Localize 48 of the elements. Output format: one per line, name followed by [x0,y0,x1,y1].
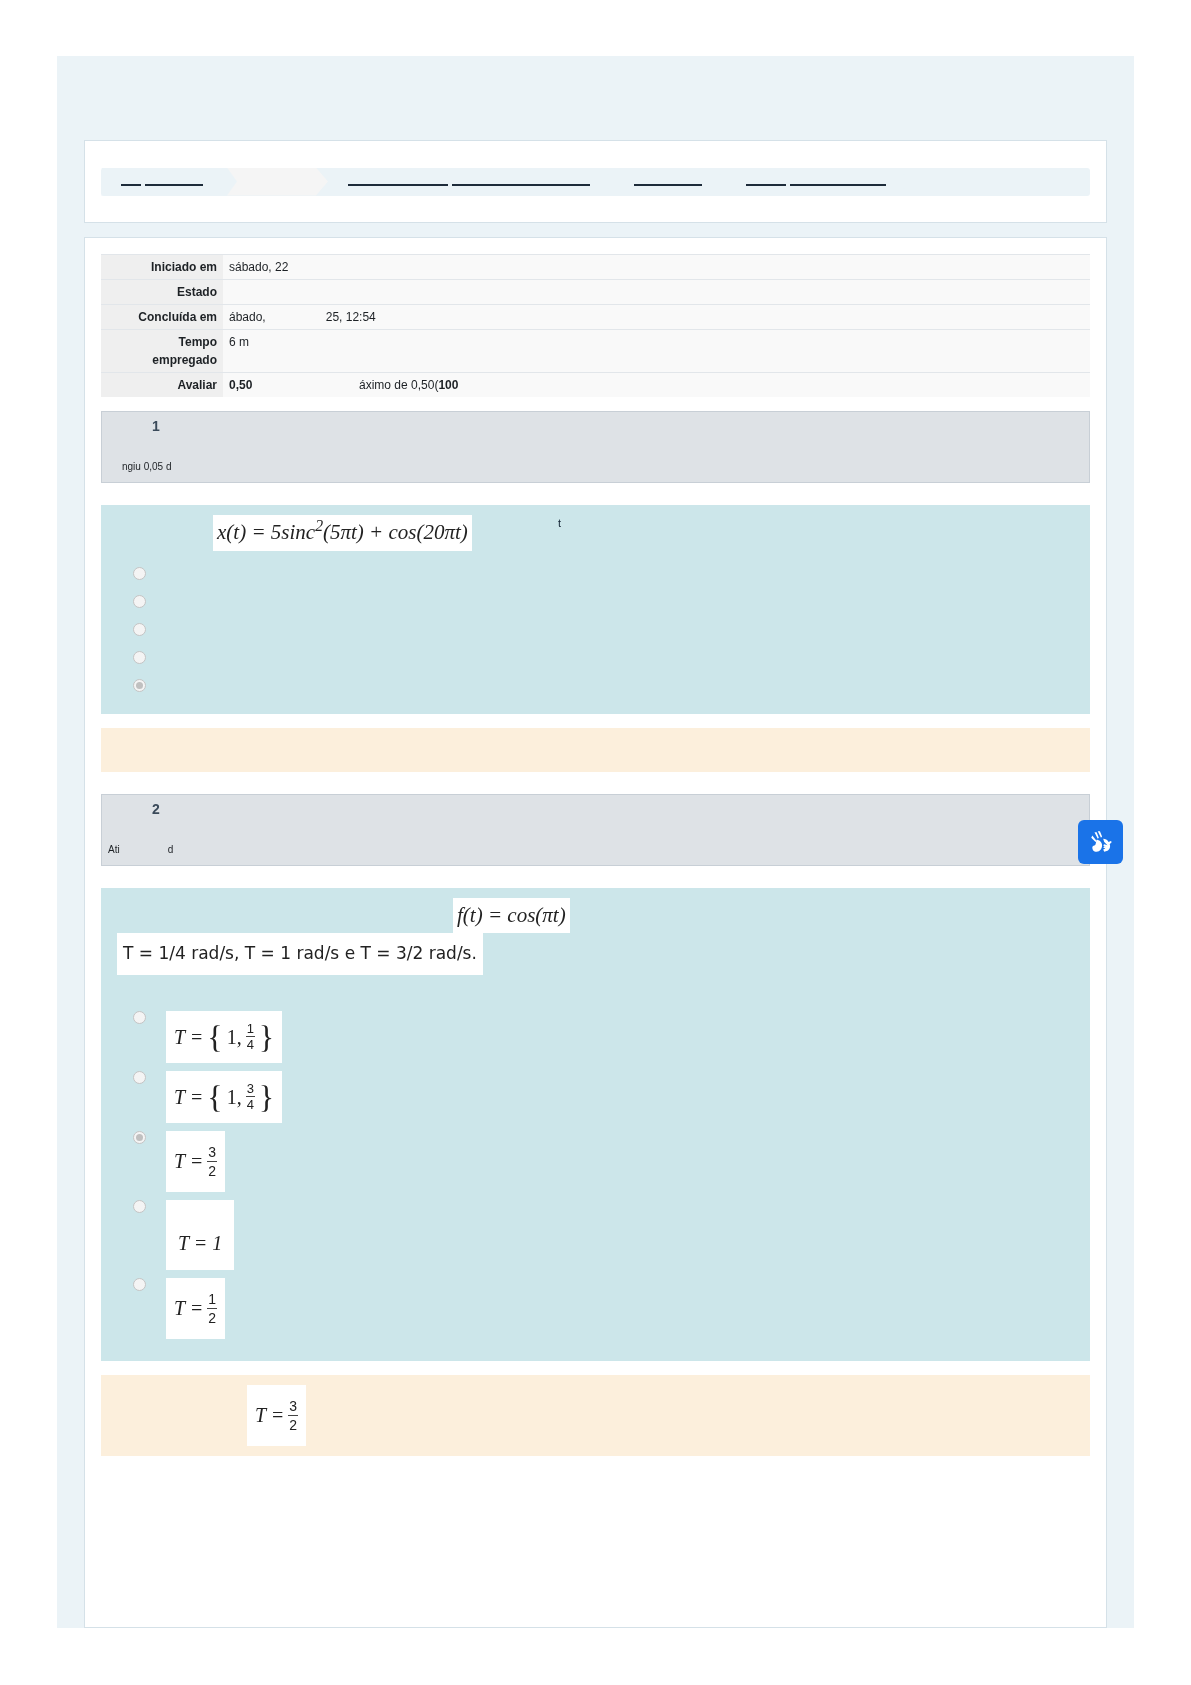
summary-value: 25, 12:54 [325,309,376,326]
set-brace: } [258,1020,275,1053]
math-formula: 1, [226,1024,242,1050]
summary-label: Tempo empregado [101,330,223,372]
summary-label: Iniciado em [101,255,223,279]
summary-value: áximo de 0,50(100 [359,377,459,394]
radio-button[interactable] [133,1277,146,1291]
math-formula: T = 1 [166,1199,235,1270]
radio-button[interactable] [133,650,146,664]
summary-label: Estado [101,280,223,304]
math-formula: T = [174,1024,204,1050]
fraction: 3 2 [288,1396,299,1434]
summary-value: 6 m [229,334,249,351]
math-formula: f(t) = cos(πt) [453,897,570,933]
summary-label: Avaliar [101,373,223,397]
question-number: 2 [152,799,160,819]
radio-button[interactable] [133,594,146,608]
math-formula: 1, [226,1084,242,1110]
math-formula: x(t) = 5sinc$^{2}$(5πt) + cos(20πt) [213,515,472,551]
fraction: 3 4 [245,1081,255,1112]
summary-value: 0,50 [229,377,254,394]
sign-language-button[interactable] [1078,820,1123,864]
summary-value: sábado, 22 [229,259,289,276]
radio-button[interactable] [133,678,146,692]
question-info: d [167,842,174,857]
summary-value: ábado, [229,309,266,326]
question-info: Ati [108,842,120,857]
radio-button[interactable] [133,1010,146,1024]
radio-button[interactable] [133,1130,146,1144]
question-number: 1 [152,417,160,436]
math-formula: T = [174,1296,204,1321]
radio-button[interactable] [133,622,146,636]
radio-button[interactable] [133,1070,146,1084]
math-formula: T = [174,1149,204,1174]
set-brace: { [207,1020,223,1053]
fraction: 1 4 [245,1021,255,1052]
math-formula: T = [174,1084,204,1110]
radio-button[interactable] [133,1199,146,1213]
question-info: ngiu 0,05 d [122,460,172,474]
fraction: 3 2 [207,1142,218,1180]
summary-label: Concluída em [101,305,223,329]
set-brace: } [258,1080,275,1113]
set-brace: { [207,1080,223,1113]
question-text: t [557,517,561,529]
radio-button[interactable] [133,566,146,580]
question-text: T = 1/4 rad/s, T = 1 rad/s e T = 3/2 rad/s. [117,933,483,975]
fraction: 1 2 [207,1289,218,1327]
math-formula: T = [255,1403,285,1428]
